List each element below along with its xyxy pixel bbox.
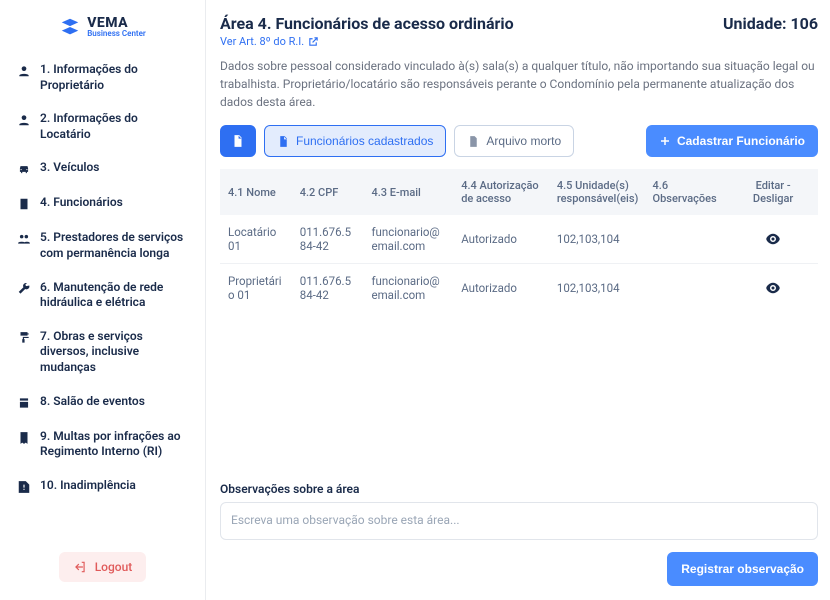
observations-input[interactable] xyxy=(220,502,818,540)
tab-registered-label: Funcionários cadastrados xyxy=(296,134,433,148)
sidebar-item-label: 5. Prestadores de serviços com permanênc… xyxy=(40,230,189,261)
sidebar-item-label: 10. Inadimplência xyxy=(40,478,189,494)
view-button[interactable] xyxy=(762,228,784,250)
tab-registered[interactable]: Funcionários cadastrados xyxy=(264,125,446,157)
cell-unidades: 102,103,104 xyxy=(549,215,645,264)
person-icon xyxy=(16,112,32,128)
reference-link-label: Ver Art. 8º do R.I. xyxy=(220,35,304,48)
door-icon xyxy=(16,196,32,212)
sidebar-item-label: 3. Veículos xyxy=(40,160,189,176)
toolbar: Funcionários cadastrados Arquivo morto C… xyxy=(220,125,818,157)
logo-icon xyxy=(59,16,81,38)
brand-tagline: Business Center xyxy=(87,30,146,38)
table-row: Proprietário 01 011.676.584-42 funcionar… xyxy=(220,264,818,313)
th-email: 4.3 E-mail xyxy=(364,169,454,215)
add-employee-label: Cadastrar Funcionário xyxy=(677,134,805,148)
table-row: Locatário 01 011.676.584-42 funcionario@… xyxy=(220,215,818,264)
cell-email: funcionario@email.com xyxy=(364,215,454,264)
th-unidades: 4.5 Unidade(s) responsável(eis) xyxy=(549,169,645,215)
cell-obs xyxy=(645,215,729,264)
sidebar-item-label: 2. Informações do Locatário xyxy=(40,111,189,142)
wrench-icon xyxy=(16,281,32,297)
sidebar-item-locatario[interactable]: 2. Informações do Locatário xyxy=(8,105,197,148)
sidebar-nav: 1. Informações do Proprietário 2. Inform… xyxy=(8,56,197,552)
observations-label: Observações sobre a área xyxy=(220,482,818,496)
cell-cpf: 011.676.584-42 xyxy=(292,264,364,313)
th-edit: Editar - Desligar xyxy=(728,169,818,215)
sidebar-item-veiculos[interactable]: 3. Veículos xyxy=(8,154,197,183)
sidebar-item-label: 8. Salão de eventos xyxy=(40,394,189,410)
car-icon xyxy=(16,161,32,177)
main-content: Área 4. Funcionários de acesso ordinário… xyxy=(206,0,830,600)
sidebar-item-obras[interactable]: 7. Obras e serviços diversos, inclusive … xyxy=(8,323,197,382)
reference-link[interactable]: Ver Art. 8º do R.I. xyxy=(220,35,319,48)
event-icon xyxy=(16,395,32,411)
register-observation-button[interactable]: Registrar observação xyxy=(667,552,818,586)
cell-auth: Autorizado xyxy=(453,264,549,313)
page-description: Dados sobre pessoal considerado vinculad… xyxy=(220,57,818,111)
unit-label: Unidade: 106 xyxy=(723,14,818,33)
cell-nome: Proprietário 01 xyxy=(220,264,292,313)
add-employee-button[interactable]: Cadastrar Funcionário xyxy=(646,125,818,157)
cell-unidades: 102,103,104 xyxy=(549,264,645,313)
sidebar-item-label: 6. Manutenção de rede hidráulica e elétr… xyxy=(40,280,189,311)
sidebar-item-label: 1. Informações do Proprietário xyxy=(40,62,189,93)
th-nome: 4.1 Nome xyxy=(220,169,292,215)
sidebar-item-inadimplencia[interactable]: 10. Inadimplência xyxy=(8,472,197,501)
cell-cpf: 011.676.584-42 xyxy=(292,215,364,264)
brand-name: VEMA xyxy=(87,16,146,30)
sidebar-item-funcionarios[interactable]: 4. Funcionários xyxy=(8,189,197,218)
external-link-icon xyxy=(308,36,319,47)
tab-archived[interactable]: Arquivo morto xyxy=(454,125,574,157)
logout-label: Logout xyxy=(95,560,133,574)
person-icon xyxy=(16,63,32,79)
cell-nome: Locatário 01 xyxy=(220,215,292,264)
page-title: Área 4. Funcionários de acesso ordinário xyxy=(220,14,514,33)
th-obs: 4.6 Observações xyxy=(645,169,729,215)
sidebar-item-label: 7. Obras e serviços diversos, inclusive … xyxy=(40,329,189,376)
cell-obs xyxy=(645,264,729,313)
sidebar-item-multas[interactable]: 9. Multas por infrações ao Regimento Int… xyxy=(8,423,197,466)
people-icon xyxy=(16,231,32,247)
sidebar: VEMA Business Center 1. Informações do P… xyxy=(0,0,206,600)
file-icon xyxy=(231,134,245,148)
sidebar-item-prestadores[interactable]: 5. Prestadores de serviços com permanênc… xyxy=(8,224,197,267)
employees-table: 4.1 Nome 4.2 CPF 4.3 E-mail 4.4 Autoriza… xyxy=(220,169,818,312)
cell-email: funcionario@email.com xyxy=(364,264,454,313)
sidebar-item-label: 9. Multas por infrações ao Regimento Int… xyxy=(40,429,189,460)
logout-icon xyxy=(73,560,87,574)
cell-auth: Autorizado xyxy=(453,215,549,264)
warning-icon xyxy=(16,479,32,495)
sidebar-item-salao[interactable]: 8. Salão de eventos xyxy=(8,388,197,417)
paint-icon xyxy=(16,330,32,346)
sidebar-item-label: 4. Funcionários xyxy=(40,195,189,211)
plus-icon xyxy=(659,135,671,147)
receipt-icon xyxy=(16,430,32,446)
sidebar-item-manutencao[interactable]: 6. Manutenção de rede hidráulica e elétr… xyxy=(8,274,197,317)
logout-button[interactable]: Logout xyxy=(59,552,147,582)
archive-icon xyxy=(467,135,480,148)
tab-archived-label: Arquivo morto xyxy=(486,134,561,148)
logo: VEMA Business Center xyxy=(8,12,197,56)
sidebar-item-proprietario[interactable]: 1. Informações do Proprietário xyxy=(8,56,197,99)
th-cpf: 4.2 CPF xyxy=(292,169,364,215)
file-button[interactable] xyxy=(220,125,256,157)
file-icon xyxy=(277,135,290,148)
view-button[interactable] xyxy=(762,277,784,299)
th-auth: 4.4 Autorização de acesso xyxy=(453,169,549,215)
